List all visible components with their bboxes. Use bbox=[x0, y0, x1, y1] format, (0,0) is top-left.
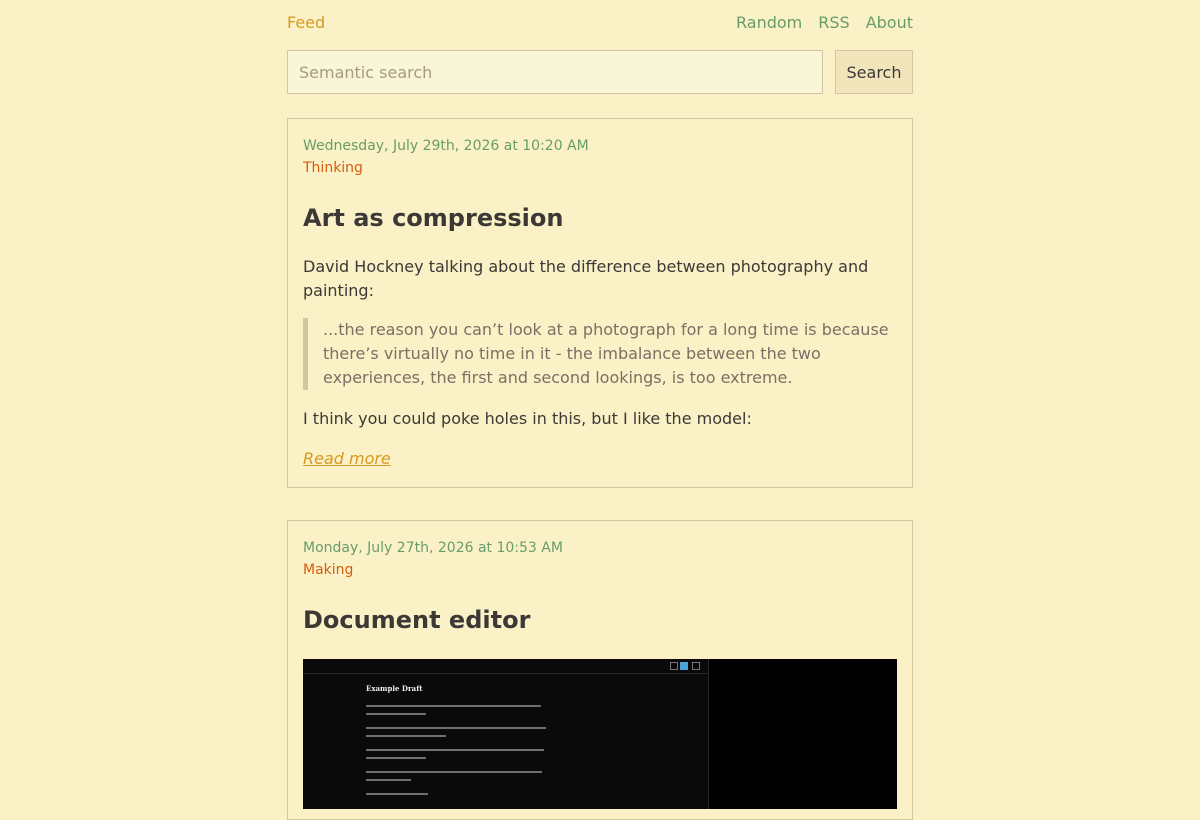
nav-about-link[interactable]: About bbox=[866, 13, 913, 32]
screenshot-text-line bbox=[366, 757, 426, 759]
post-screenshot: Example Draft bbox=[303, 659, 897, 809]
search-button[interactable]: Search bbox=[835, 50, 913, 94]
post-date[interactable]: Monday, July 27th, 2026 at 10:53 AM bbox=[303, 537, 897, 559]
post-intro: David Hockney talking about the differen… bbox=[303, 257, 869, 300]
post-category[interactable]: Thinking bbox=[303, 157, 897, 179]
screenshot-text-line bbox=[366, 779, 411, 781]
post-title[interactable]: Art as compression bbox=[303, 203, 563, 233]
post-card: Monday, July 27th, 2026 at 10:53 AM Maki… bbox=[287, 520, 913, 820]
page-container: Feed Random RSS About Search Wednesday, … bbox=[287, 0, 913, 820]
post-card: Wednesday, July 29th, 2026 at 10:20 AM T… bbox=[287, 118, 913, 488]
nav-feed-link[interactable]: Feed bbox=[287, 13, 325, 32]
screenshot-toolbar bbox=[303, 659, 708, 674]
grid-icon bbox=[670, 662, 678, 670]
post-category[interactable]: Making bbox=[303, 559, 897, 581]
nav-random-link[interactable]: Random bbox=[736, 13, 802, 32]
nav-right-group: Random RSS About bbox=[736, 13, 913, 32]
search-input[interactable] bbox=[287, 50, 823, 94]
post-outro: I think you could poke holes in this, bu… bbox=[303, 409, 752, 428]
screenshot-text-line bbox=[366, 735, 446, 737]
screenshot-text-line bbox=[366, 749, 544, 751]
screenshot-text-line bbox=[366, 793, 428, 795]
screenshot-text-line bbox=[366, 713, 426, 715]
screenshot-doc-title: Example Draft bbox=[366, 684, 423, 693]
post-title[interactable]: Document editor bbox=[303, 605, 530, 635]
screenshot-text-line bbox=[366, 705, 541, 707]
post-blockquote: ...the reason you can’t look at a photog… bbox=[303, 318, 893, 390]
read-more-link[interactable]: Read more bbox=[303, 447, 391, 471]
screenshot-text-line bbox=[366, 727, 546, 729]
nav-rss-link[interactable]: RSS bbox=[818, 13, 849, 32]
panel-icon bbox=[692, 662, 700, 670]
search-bar: Search bbox=[287, 50, 913, 94]
top-nav: Feed Random RSS About bbox=[287, 0, 913, 48]
document-icon bbox=[680, 662, 688, 670]
screenshot-text-line bbox=[366, 771, 542, 773]
screenshot-editor-pane: Example Draft bbox=[303, 659, 709, 809]
post-date[interactable]: Wednesday, July 29th, 2026 at 10:20 AM bbox=[303, 135, 897, 157]
